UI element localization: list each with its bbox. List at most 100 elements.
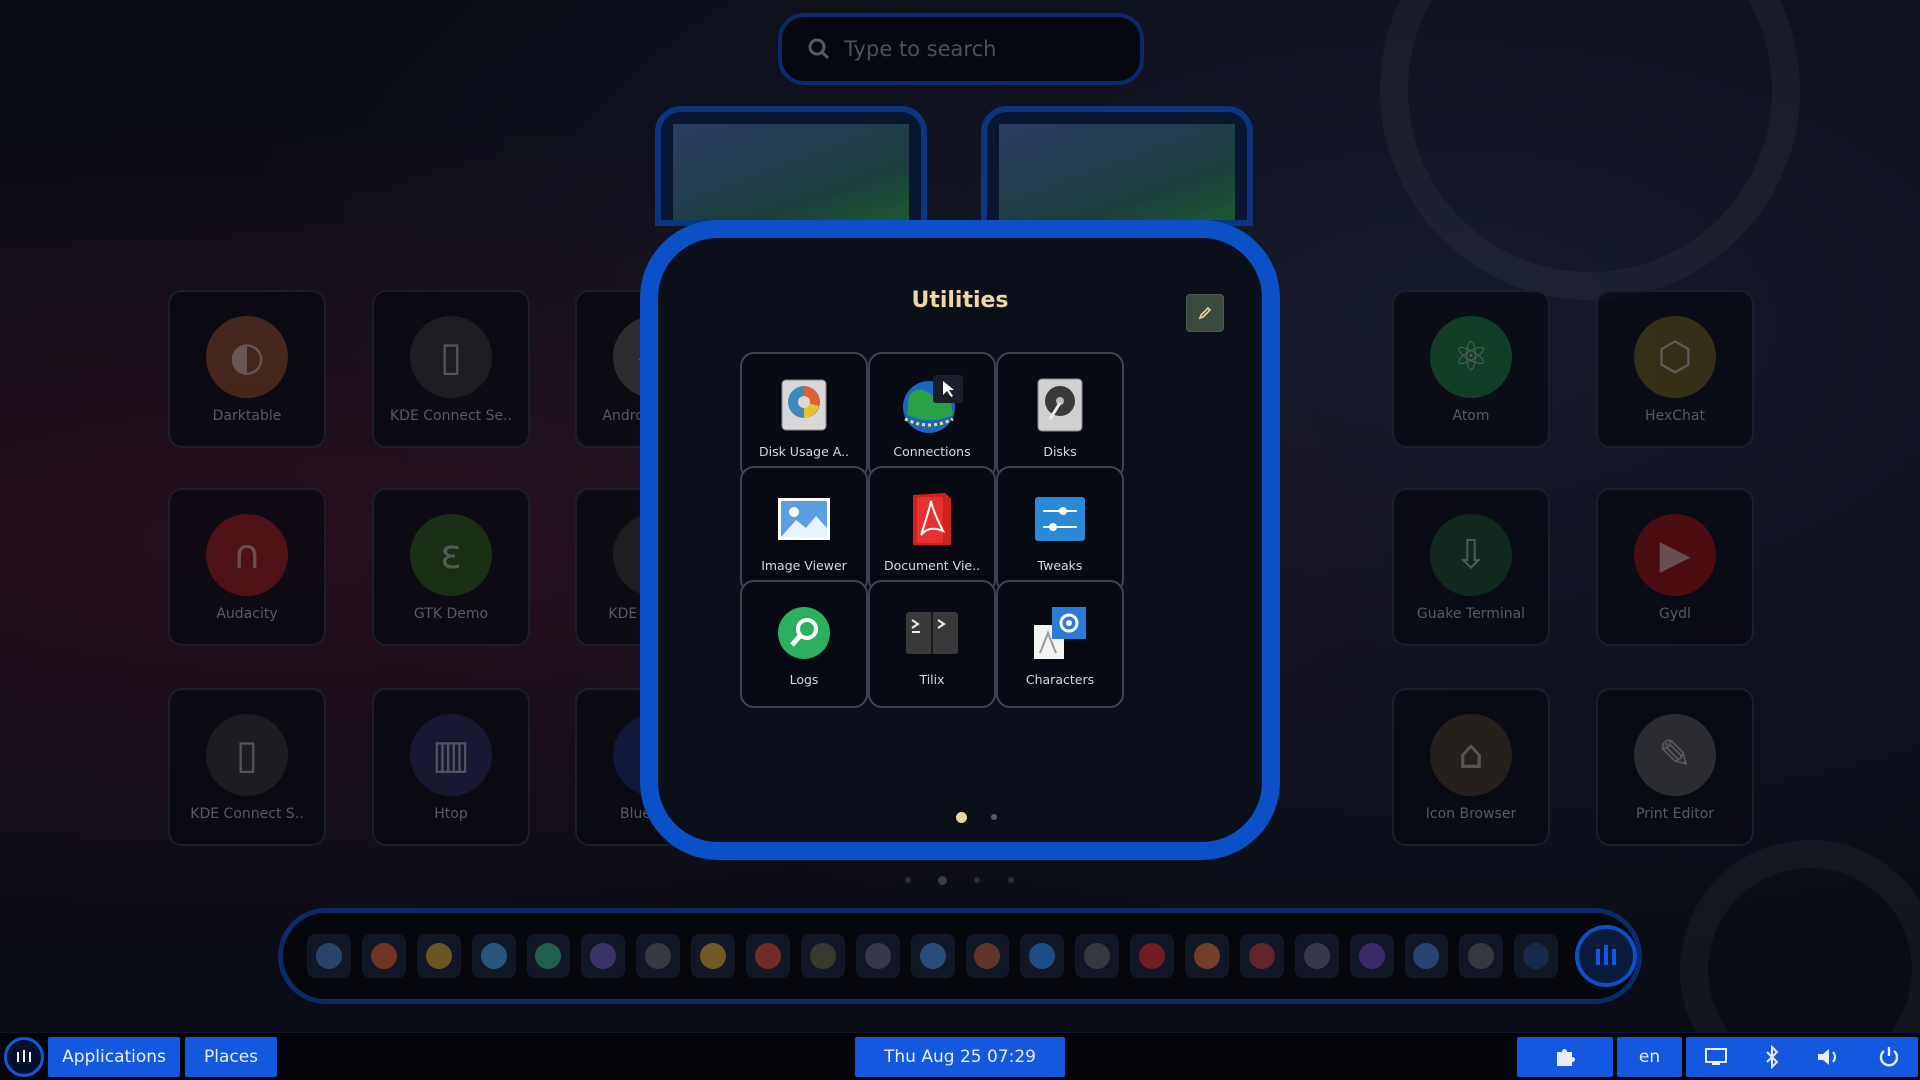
dock-app-icon[interactable]	[471, 934, 516, 978]
volume-icon[interactable]	[1816, 1046, 1842, 1068]
dock-app-icon[interactable]	[800, 934, 845, 978]
folder-app-label: Image Viewer	[761, 558, 847, 573]
dock-app-icon[interactable]	[1404, 934, 1449, 978]
power-icon[interactable]	[1878, 1046, 1900, 1068]
dock-app-icon[interactable]	[1349, 934, 1394, 978]
app-tile[interactable]: ◐ Darktable	[168, 290, 326, 448]
pencil-icon	[1198, 306, 1212, 320]
app-tile[interactable]: ▯ KDE Connect Se..	[372, 290, 530, 448]
app-icon: ▯	[410, 316, 492, 398]
clock[interactable]: Thu Aug 25 07:29	[855, 1037, 1065, 1077]
page-indicator-active[interactable]	[938, 876, 947, 885]
folder-app-tile[interactable]: Tweaks	[996, 466, 1124, 594]
workspace-thumbnail[interactable]	[981, 106, 1253, 226]
folder-app-label: Document Vie..	[883, 558, 981, 573]
page-indicator[interactable]	[905, 877, 911, 883]
dock-app-icon[interactable]	[361, 934, 406, 978]
dock-app-icon[interactable]	[965, 934, 1010, 978]
app-icon: ∩	[206, 514, 288, 596]
dock-app-icon[interactable]	[636, 934, 681, 978]
dock	[278, 908, 1642, 1004]
disks-icon	[1036, 376, 1084, 434]
dock-app-icon[interactable]	[307, 934, 351, 978]
folder-title: Utilities	[911, 288, 1009, 313]
folder-app-tile[interactable]: Document Vie..	[868, 466, 996, 594]
dock-app-icon[interactable]	[1514, 934, 1559, 978]
folder-app-label: Tweaks	[1037, 558, 1083, 573]
folder-app-tile[interactable]: Logs	[740, 580, 868, 708]
app-label: KDE Connect Se..	[390, 408, 512, 424]
app-tile[interactable]: ⚛ Atom	[1392, 290, 1550, 448]
show-apps-button[interactable]	[1575, 925, 1637, 987]
app-icon: ⚛	[1430, 316, 1512, 398]
folder-page-indicator-active[interactable]	[956, 812, 967, 823]
dock-app-icon[interactable]	[1130, 934, 1174, 978]
folder-app-tile[interactable]: Connections	[868, 352, 996, 480]
app-icon: ◐	[206, 316, 288, 398]
dock-app-icon[interactable]	[1020, 934, 1065, 978]
app-label: Audacity	[216, 606, 278, 622]
app-icon: ɛ	[410, 514, 492, 596]
display-icon[interactable]	[1704, 1047, 1728, 1067]
app-label: GTK Demo	[413, 606, 489, 622]
dock-app-icon[interactable]	[526, 934, 571, 978]
dock-app-icon[interactable]	[691, 934, 735, 978]
disk-usage-icon	[780, 376, 828, 434]
document-viewer-icon	[909, 490, 955, 548]
folder-app-label: Tilix	[919, 672, 945, 687]
keyboard-layout-button[interactable]: en	[1617, 1037, 1682, 1077]
app-tile[interactable]: ⬡ HexChat	[1596, 290, 1754, 448]
page-indicator[interactable]	[974, 877, 980, 883]
app-label: HexChat	[1645, 408, 1705, 424]
dock-app-icon[interactable]	[581, 934, 626, 978]
extensions-button[interactable]	[1517, 1037, 1613, 1077]
places-menu-button[interactable]: Places	[185, 1037, 277, 1077]
dock-app-icon[interactable]	[746, 934, 790, 978]
tweaks-icon	[1033, 490, 1087, 548]
app-label: Icon Browser	[1425, 806, 1517, 822]
app-icon: ⌂	[1430, 714, 1512, 796]
app-icon: ▥	[410, 714, 492, 796]
puzzle-icon	[1557, 1049, 1575, 1066]
dock-app-icon[interactable]	[1185, 934, 1229, 978]
app-icon: ⇩	[1430, 514, 1512, 596]
folder-app-tile[interactable]: Characters	[996, 580, 1124, 708]
launcher-icon	[17, 1050, 31, 1062]
app-tile[interactable]: ⌂ Icon Browser	[1392, 688, 1550, 846]
folder-app-tile[interactable]: Tilix	[868, 580, 996, 708]
app-icon: ▯	[206, 714, 288, 796]
folder-app-label: Disk Usage A..	[758, 444, 850, 459]
app-tile[interactable]: ∩ Audacity	[168, 488, 326, 646]
dock-app-icon[interactable]	[1075, 934, 1120, 978]
workspace-thumbnail[interactable]	[655, 106, 927, 226]
bluetooth-icon[interactable]	[1764, 1045, 1780, 1069]
folder-app-label: Logs	[789, 672, 819, 687]
folder-page-indicator[interactable]	[991, 814, 997, 820]
app-tile[interactable]: ▶ Gydl	[1596, 488, 1754, 646]
dock-app-icon[interactable]	[1459, 934, 1504, 978]
dock-app-icon[interactable]	[1294, 934, 1339, 978]
folder-app-tile[interactable]: Image Viewer	[740, 466, 868, 594]
dock-app-icon[interactable]	[416, 934, 461, 978]
app-label: Htop	[434, 806, 468, 822]
menu-launcher-button[interactable]	[4, 1037, 44, 1077]
folder-app-tile[interactable]: Disks	[996, 352, 1124, 480]
search-field[interactable]: Type to search	[778, 13, 1144, 85]
app-tile[interactable]: ✎ Print Editor	[1596, 688, 1754, 846]
dock-app-icon[interactable]	[855, 934, 900, 978]
search-icon	[808, 38, 830, 60]
folder-dialog: Utilities Disk Usage A.. Connections Disks…	[640, 220, 1280, 860]
dock-app-icon[interactable]	[910, 934, 955, 978]
app-tile[interactable]: ▯ KDE Connect S..	[168, 688, 326, 846]
characters-icon	[1032, 604, 1088, 662]
system-status-area[interactable]	[1686, 1037, 1918, 1077]
applications-menu-button[interactable]: Applications	[48, 1037, 180, 1077]
dock-app-icon[interactable]	[1239, 934, 1284, 978]
folder-app-tile[interactable]: Disk Usage A..	[740, 352, 868, 480]
app-tile[interactable]: ⇩ Guake Terminal	[1392, 488, 1550, 646]
app-tile[interactable]: ɛ GTK Demo	[372, 488, 530, 646]
edit-folder-button[interactable]	[1186, 294, 1224, 332]
page-indicator[interactable]	[1008, 877, 1014, 883]
logs-icon	[777, 604, 831, 662]
app-tile[interactable]: ▥ Htop	[372, 688, 530, 846]
